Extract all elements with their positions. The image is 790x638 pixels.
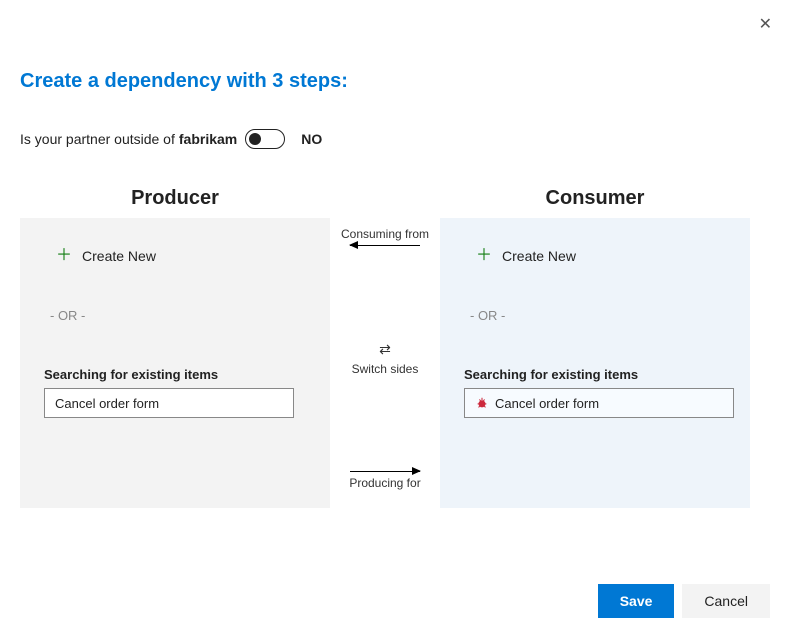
consumer-or-separator: - OR - [470,308,726,323]
producer-search-field[interactable] [44,388,294,418]
consumer-create-new-button[interactable]: ＋ Create New [476,248,726,264]
producer-title: Producer [20,187,330,210]
consuming-from-label: Consuming from [341,227,429,241]
consumer-panel: ＋ Create New - OR - Searching for existi… [440,218,750,508]
page-title: Create a dependency with 3 steps: [20,70,770,93]
plus-icon: ＋ [56,248,72,264]
producer-search-label: Searching for existing items [44,367,306,382]
toggle-value: NO [301,131,322,147]
partner-outside-row: Is your partner outside of fabrikam NO [20,129,770,149]
bug-icon [475,396,489,410]
plus-icon: ＋ [476,248,492,264]
consumer-create-new-label: Create New [502,248,576,264]
partner-outside-toggle[interactable] [245,129,285,149]
producer-or-separator: - OR - [50,308,306,323]
consumer-search-field[interactable] [464,388,734,418]
producing-for-label: Producing for [349,476,420,490]
consumer-column: Consumer ＋ Create New - OR - Searching f… [440,187,750,508]
producer-create-new-button[interactable]: ＋ Create New [56,248,306,264]
switch-sides-icon[interactable]: ⇄ [379,341,391,358]
save-button[interactable]: Save [598,584,675,618]
producer-search-input[interactable] [55,396,283,411]
producer-panel: ＋ Create New - OR - Searching for existi… [20,218,330,508]
close-icon[interactable]: ✕ [759,14,772,34]
footer-actions: Save Cancel [598,584,770,618]
middle-column: Consuming from ⇄ Switch sides Producing … [330,187,440,508]
consumer-search-label: Searching for existing items [464,367,726,382]
switch-sides-block: ⇄ Switch sides [352,341,419,376]
toggle-knob [249,133,261,145]
cancel-button[interactable]: Cancel [682,584,770,618]
producing-for-block: Producing for [349,471,420,490]
partner-question-prefix: Is your partner outside of [20,131,175,147]
partner-brand: fabrikam [179,131,237,147]
consumer-title: Consumer [440,187,750,210]
consuming-from-block: Consuming from [341,227,429,246]
consumer-search-input[interactable] [495,396,723,411]
producer-create-new-label: Create New [82,248,156,264]
arrow-right-icon [350,471,420,472]
arrow-left-icon [350,245,420,246]
switch-sides-label: Switch sides [352,362,419,376]
producer-column: Producer ＋ Create New - OR - Searching f… [20,187,330,508]
